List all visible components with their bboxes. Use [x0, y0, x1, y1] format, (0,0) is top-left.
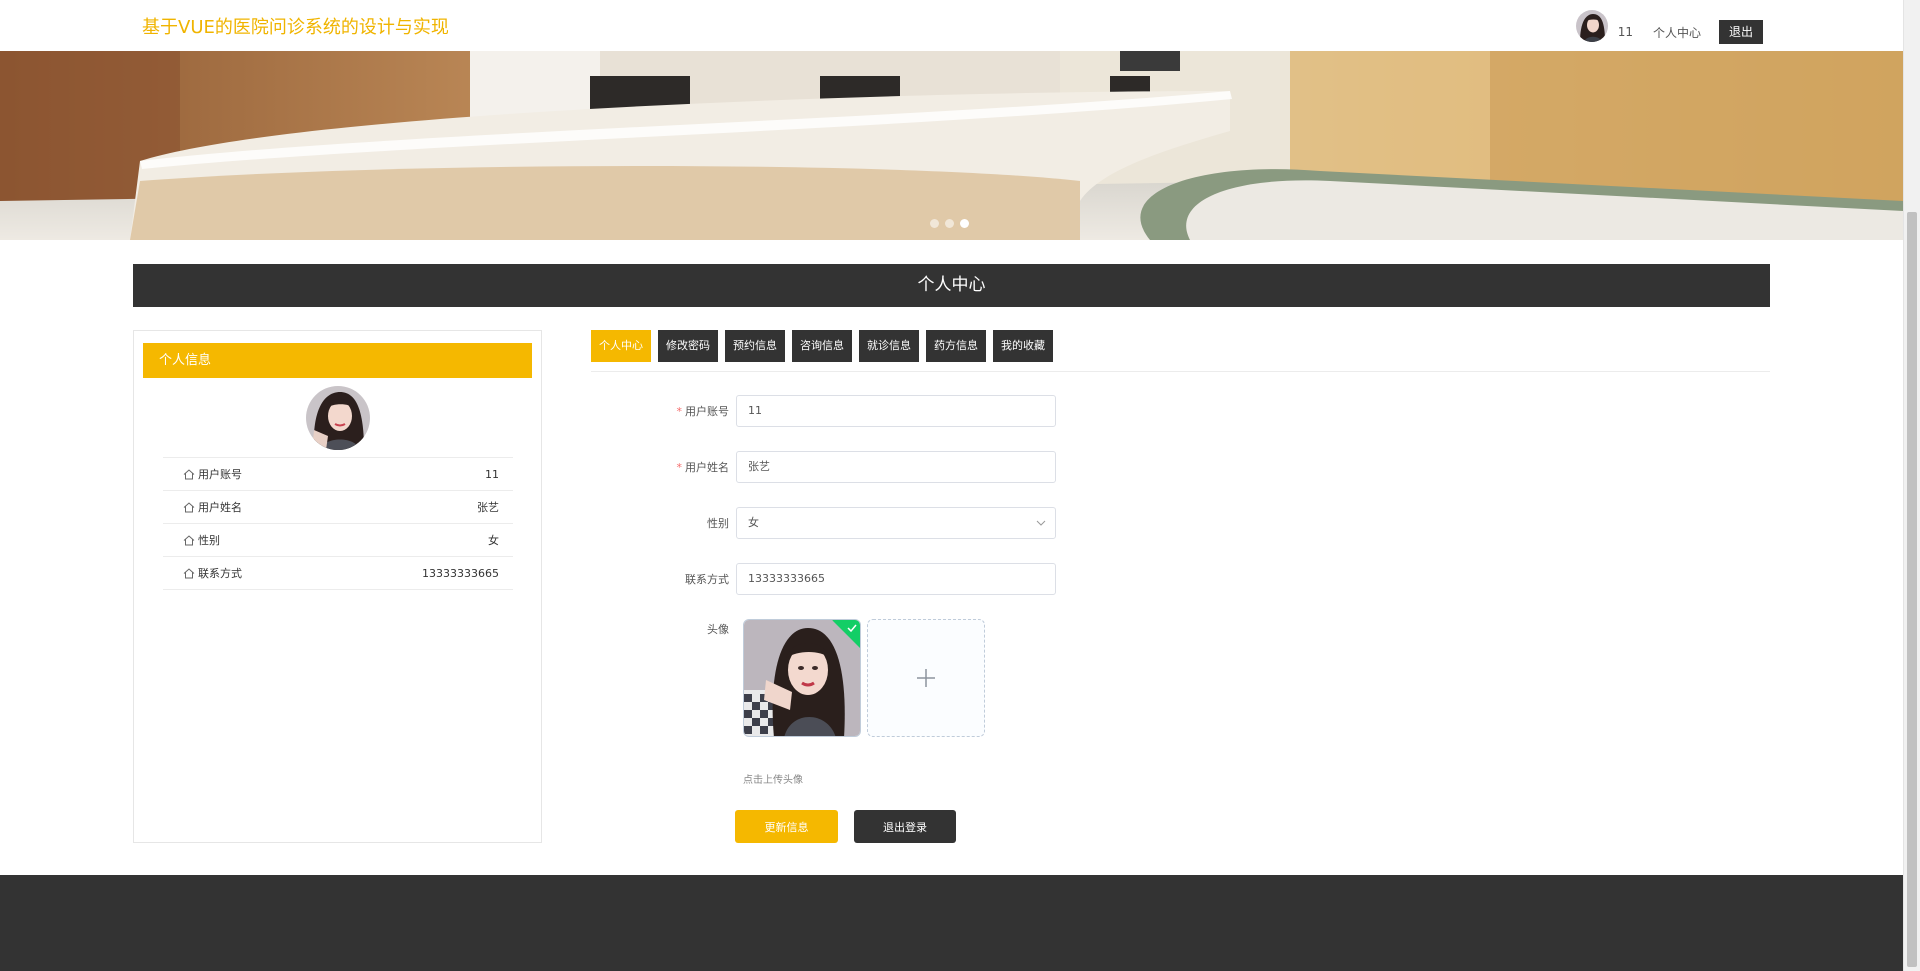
profile-card-title: 个人信息 — [143, 343, 532, 378]
home-icon — [183, 534, 195, 545]
user-center-link[interactable]: 个人中心 — [1653, 24, 1701, 41]
page: 基于VUE的医院问诊系统的设计与实现 11 个人中心 退出 个人中心 个人信息 … — [0, 0, 1920, 971]
info-label-gender: 性别 — [198, 534, 220, 547]
info-row-gender: 性别 女 — [163, 524, 513, 557]
info-label-account: 用户账号 — [198, 468, 242, 481]
profile-avatar — [306, 386, 370, 450]
gender-select[interactable]: 女 — [736, 507, 1056, 539]
scrollbar-thumb[interactable] — [1907, 212, 1917, 967]
carousel-dot-3[interactable] — [960, 219, 969, 228]
site-title[interactable]: 基于VUE的医院问诊系统的设计与实现 — [142, 13, 449, 39]
exit-login-button[interactable]: 退出登录 — [854, 810, 956, 843]
page-footer — [0, 875, 1903, 971]
account-label: 用户账号 — [685, 405, 729, 418]
tab-personal-center[interactable]: 个人中心 — [591, 330, 651, 362]
username: 11 — [1617, 25, 1633, 39]
user-avatar[interactable] — [1575, 10, 1608, 42]
gender-selected-value: 女 — [748, 516, 759, 529]
profile-card: 个人信息 用户账号 11 用户姓名 张艺 性别 女 联系方式 133333336… — [133, 330, 542, 843]
form-row-account: * 用户账号 11 — [600, 395, 1056, 427]
tab-consultations[interactable]: 咨询信息 — [792, 330, 852, 362]
logout-button[interactable]: 退出 — [1718, 20, 1763, 44]
top-header: 基于VUE的医院问诊系统的设计与实现 11 个人中心 退出 — [0, 0, 1903, 51]
gender-label: 性别 — [707, 517, 729, 530]
uploaded-avatar-thumbnail[interactable] — [743, 619, 861, 737]
avatar-uploader — [743, 619, 985, 737]
upload-tip: 点击上传头像 — [743, 775, 803, 786]
name-input[interactable]: 张艺 — [736, 451, 1056, 483]
section-title: 个人中心 — [133, 264, 1770, 307]
carousel-dot-1[interactable] — [930, 219, 939, 228]
info-row-phone: 联系方式 13333333665 — [163, 557, 513, 590]
carousel-dot-2[interactable] — [945, 219, 954, 228]
account-input[interactable]: 11 — [736, 395, 1056, 427]
upload-add-button[interactable] — [867, 619, 985, 737]
banner-carousel[interactable] — [0, 51, 1903, 240]
tab-appointments[interactable]: 预约信息 — [725, 330, 785, 362]
profile-info-list: 用户账号 11 用户姓名 张艺 性别 女 联系方式 13333333665 — [163, 457, 513, 590]
tab-visits[interactable]: 就诊信息 — [859, 330, 919, 362]
user-area: 11 个人中心 退出 — [1575, 8, 1763, 44]
profile-tabs: 个人中心 修改密码 预约信息 咨询信息 就诊信息 药方信息 我的收藏 — [591, 330, 1060, 362]
phone-label: 联系方式 — [685, 573, 729, 586]
plus-icon — [917, 669, 935, 687]
form-row-avatar: 头像 — [600, 621, 736, 637]
form-row-phone: 联系方式 13333333665 — [600, 563, 1056, 595]
check-icon — [847, 624, 857, 633]
info-value-phone: 13333333665 — [422, 566, 499, 580]
home-icon — [183, 567, 195, 578]
phone-input[interactable]: 13333333665 — [736, 563, 1056, 595]
tab-favorites[interactable]: 我的收藏 — [993, 330, 1053, 362]
tab-divider — [591, 371, 1770, 372]
home-icon — [183, 468, 195, 479]
avatar-label: 头像 — [707, 623, 729, 636]
info-value-gender: 女 — [488, 534, 499, 547]
info-row-name: 用户姓名 张艺 — [163, 491, 513, 524]
tab-prescriptions[interactable]: 药方信息 — [926, 330, 986, 362]
form-row-name: * 用户姓名 张艺 — [600, 451, 1056, 483]
vertical-scrollbar[interactable] — [1903, 0, 1920, 971]
info-row-account: 用户账号 11 — [163, 458, 513, 491]
info-label-phone: 联系方式 — [198, 567, 242, 580]
home-icon — [183, 501, 195, 512]
info-label-name: 用户姓名 — [198, 501, 242, 514]
update-info-button[interactable]: 更新信息 — [735, 810, 838, 843]
tab-change-password[interactable]: 修改密码 — [658, 330, 718, 362]
banner-image — [0, 51, 1903, 240]
info-value-account: 11 — [485, 467, 499, 481]
carousel-indicators — [930, 219, 969, 228]
info-value-name: 张艺 — [477, 501, 499, 514]
form-row-gender: 性别 女 — [600, 507, 1056, 539]
name-label: 用户姓名 — [685, 461, 729, 474]
chevron-down-icon — [1036, 520, 1046, 526]
